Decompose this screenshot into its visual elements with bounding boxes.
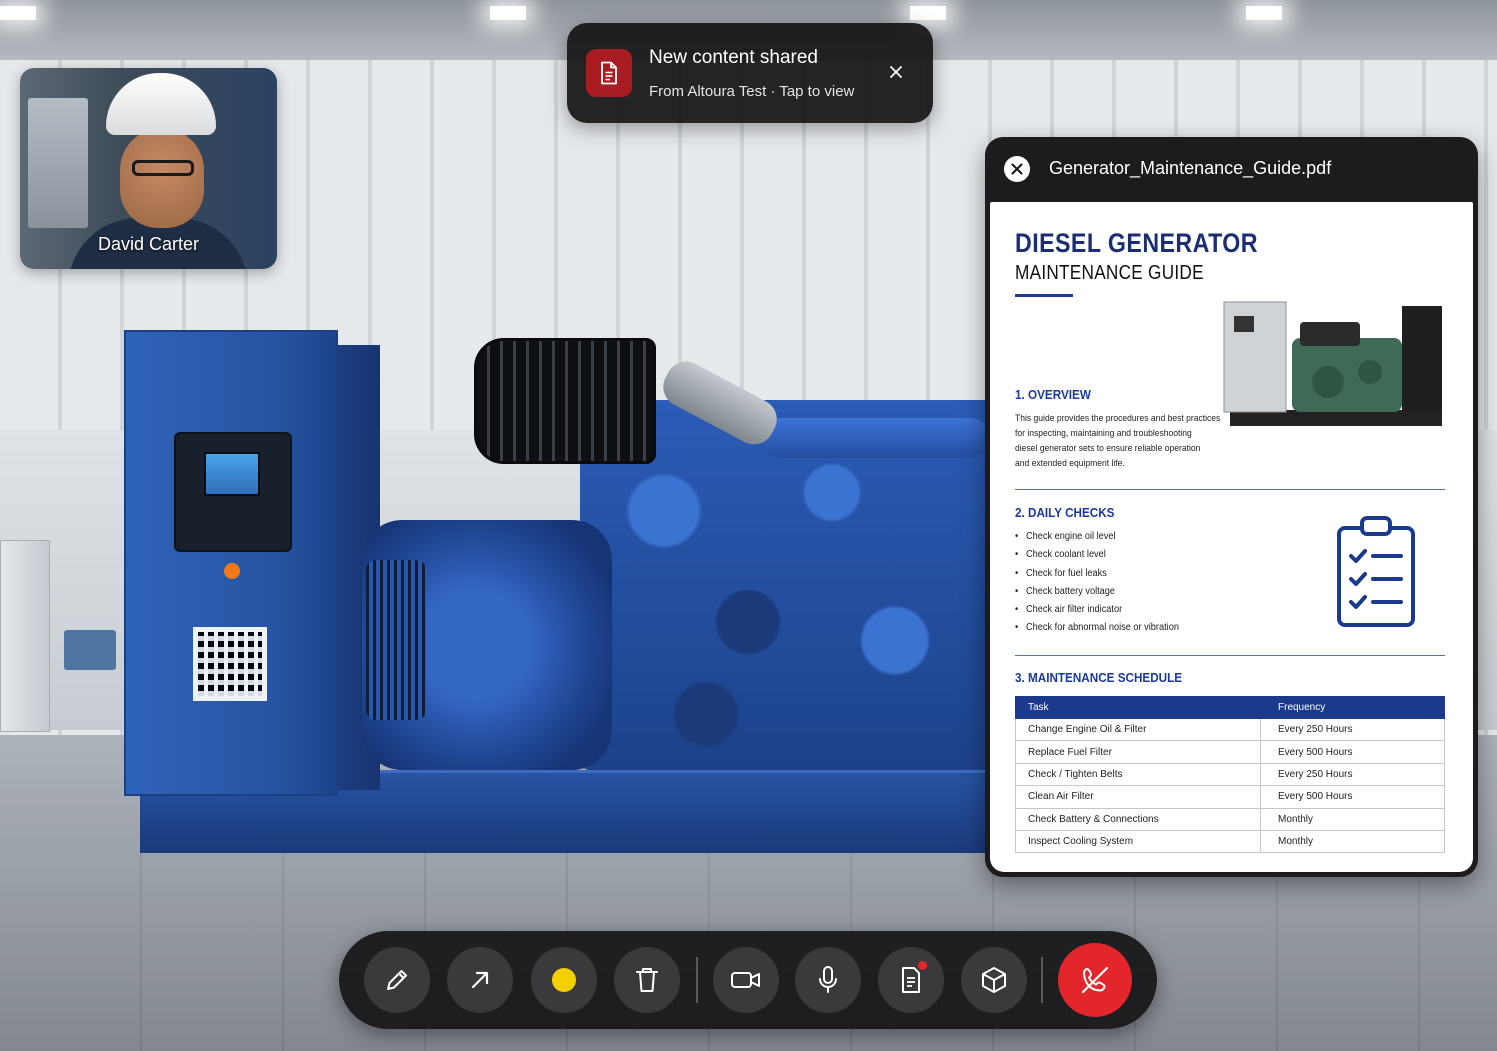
table-row: Clean Air Filter Every 500 Hours bbox=[1015, 785, 1445, 809]
notification-badge bbox=[918, 961, 927, 970]
task-cell: Check Battery & Connections bbox=[1015, 807, 1261, 831]
title-underline bbox=[1015, 294, 1073, 297]
doc-subtitle: MAINTENANCE GUIDE bbox=[1015, 262, 1204, 284]
document-viewer-panel: Generator_Maintenance_Guide.pdf DIESEL G… bbox=[985, 137, 1478, 877]
toolbar-divider bbox=[696, 957, 698, 1003]
close-icon bbox=[1011, 163, 1023, 175]
document-icon bbox=[586, 49, 632, 97]
indicator-lamp bbox=[224, 563, 240, 579]
list-item: Check coolant level bbox=[1015, 546, 1179, 564]
schedule-heading: 3. MAINTENANCE SCHEDULE bbox=[1015, 670, 1183, 685]
color-dot-icon bbox=[552, 968, 576, 992]
air-filter-housing bbox=[474, 338, 656, 464]
video-camera-icon bbox=[731, 972, 760, 988]
notification-subtitle: From Altoura Test · Tap to view bbox=[649, 83, 855, 100]
table-row: Check / Tighten Belts Every 250 Hours bbox=[1015, 762, 1445, 787]
table-row: Inspect Cooling System Monthly bbox=[1015, 829, 1445, 854]
table-row: Check Battery & Connections Monthly bbox=[1015, 807, 1445, 831]
list-item: Check for abnormal noise or vibration bbox=[1015, 619, 1179, 637]
document-page[interactable]: DIESEL GENERATOR MAINTENANCE GUIDE 1. OV… bbox=[990, 202, 1473, 872]
task-cell: Replace Fuel Filter bbox=[1015, 740, 1261, 764]
table-row: Replace Fuel Filter Every 500 Hours bbox=[1015, 740, 1445, 764]
daily-checks-list: Check engine oil level Check coolant lev… bbox=[1015, 528, 1193, 638]
frequency-cell: Every 250 Hours bbox=[1260, 762, 1445, 787]
pencil-icon bbox=[387, 970, 407, 990]
overview-text: This guide provides the procedures and b… bbox=[1015, 413, 1221, 469]
task-cell: Inspect Cooling System bbox=[1015, 829, 1261, 854]
frequency-cell: Every 500 Hours bbox=[1260, 785, 1445, 809]
doc-title: DIESEL GENERATOR bbox=[1015, 228, 1259, 258]
participant-name: David Carter bbox=[97, 234, 200, 254]
shared-content-button[interactable] bbox=[878, 947, 944, 1013]
color-picker-button[interactable] bbox=[531, 947, 597, 1013]
toolbar-divider bbox=[1041, 957, 1043, 1003]
viewer-close-button[interactable] bbox=[1004, 156, 1030, 182]
list-item: Check for fuel leaks bbox=[1015, 565, 1179, 583]
ar-object-button[interactable] bbox=[961, 947, 1027, 1013]
participant-video-tile[interactable]: David Carter bbox=[20, 68, 277, 269]
section-divider bbox=[1015, 655, 1445, 656]
overview-heading: 1. OVERVIEW bbox=[1015, 387, 1091, 402]
delete-button[interactable] bbox=[614, 947, 680, 1013]
frequency-cell: Monthly bbox=[1260, 807, 1445, 831]
camera-button[interactable] bbox=[713, 947, 779, 1013]
arrow-tool-button[interactable] bbox=[447, 947, 513, 1013]
trash-icon bbox=[636, 968, 658, 992]
participant-face bbox=[120, 128, 204, 228]
generator-illustration bbox=[1223, 301, 1442, 426]
microphone-icon bbox=[819, 966, 837, 993]
document-filename: Generator_Maintenance_Guide.pdf bbox=[1049, 158, 1332, 178]
generator-display bbox=[204, 452, 260, 496]
hard-hat bbox=[106, 73, 216, 135]
section-divider bbox=[1015, 489, 1445, 490]
end-call-button[interactable] bbox=[1058, 943, 1132, 1017]
qr-code bbox=[193, 627, 267, 701]
task-cell: Clean Air Filter bbox=[1015, 785, 1261, 809]
notification-toast[interactable]: New content shared From Altoura Test · T… bbox=[567, 23, 933, 123]
clipboard-checklist-icon bbox=[1337, 516, 1415, 627]
cube-icon bbox=[982, 967, 1006, 993]
notification-title: New content shared bbox=[649, 47, 818, 68]
frequency-cell: Every 500 Hours bbox=[1260, 740, 1445, 764]
hang-up-icon bbox=[1081, 966, 1109, 994]
frequency-cell: Monthly bbox=[1260, 829, 1445, 854]
call-toolbar bbox=[339, 931, 1157, 1029]
list-item: Check battery voltage bbox=[1015, 583, 1179, 601]
close-icon bbox=[890, 66, 902, 78]
daily-checks-heading: 2. DAILY CHECKS bbox=[1015, 505, 1115, 520]
list-item: Check air filter indicator bbox=[1015, 601, 1179, 619]
document-icon bbox=[902, 967, 920, 993]
column-header-frequency: Frequency bbox=[1260, 696, 1445, 719]
maintenance-schedule-table: Task Frequency Change Engine Oil & Filte… bbox=[1015, 696, 1445, 854]
column-header-task: Task bbox=[1015, 696, 1261, 719]
task-cell: Check / Tighten Belts bbox=[1015, 762, 1261, 787]
list-item: Check engine oil level bbox=[1015, 528, 1179, 546]
pen-tool-button[interactable] bbox=[364, 947, 430, 1013]
electrical-cabinet bbox=[0, 540, 50, 732]
arrow-up-right-icon bbox=[471, 971, 489, 989]
task-cell: Change Engine Oil & Filter bbox=[1015, 717, 1261, 742]
table-row: Change Engine Oil & Filter Every 250 Hou… bbox=[1015, 717, 1445, 742]
notification-close-button[interactable] bbox=[885, 61, 907, 83]
table-header-row: Task Frequency bbox=[1015, 696, 1445, 719]
microphone-button[interactable] bbox=[795, 947, 861, 1013]
frequency-cell: Every 250 Hours bbox=[1260, 717, 1445, 742]
